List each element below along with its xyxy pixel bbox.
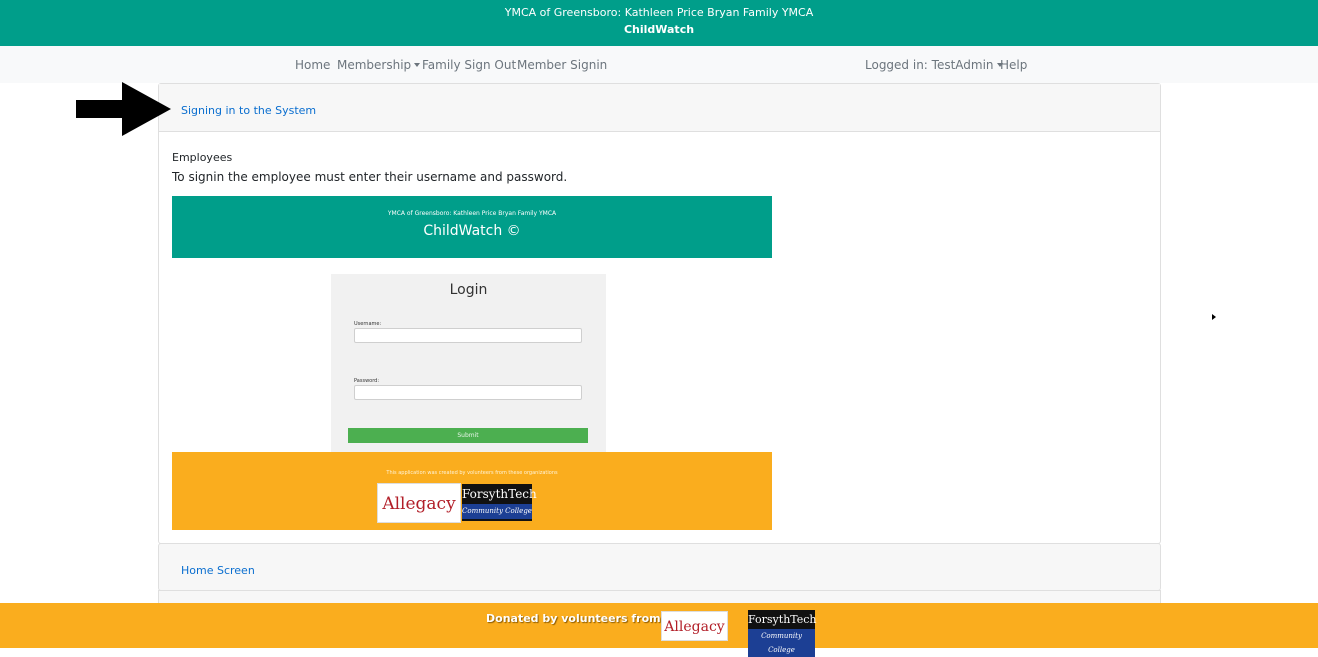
screenshot-login-box: Login Username: Password: Submit <box>331 274 606 452</box>
nav-family-sign-out[interactable]: Family Sign Out <box>422 58 516 72</box>
screenshot-org-title: YMCA of Greensboro: Kathleen Price Bryan… <box>387 210 557 217</box>
nav-user-dropdown[interactable]: Logged in: TestAdmin <box>865 58 1003 72</box>
login-screenshot-image: YMCA of Greensboro: Kathleen Price Bryan… <box>172 196 772 530</box>
section-text: To signin the employee must enter their … <box>172 170 568 184</box>
screenshot-login-title: Login <box>449 282 488 298</box>
accordion-link-signing-in[interactable]: Signing in to the System <box>181 104 316 117</box>
nav-user-label: Logged in: TestAdmin <box>865 58 994 72</box>
accordion-header-home-screen[interactable]: Home Screen <box>158 543 1161 591</box>
screenshot-password-label: Password: <box>354 378 380 384</box>
footer-forsythtech-logo-text: ForsythTech <box>748 613 817 626</box>
nav-help[interactable]: Help <box>1000 58 1027 72</box>
screenshot-footer: This application was created by voluntee… <box>172 452 772 530</box>
top-header: YMCA of Greensboro: Kathleen Price Bryan… <box>0 0 1318 46</box>
app-title: ChildWatch <box>623 23 695 36</box>
nav-membership-dropdown[interactable]: Membership <box>337 58 421 72</box>
section-subtitle: Employees <box>172 151 233 164</box>
arrow-right-icon <box>76 82 171 136</box>
footer-allegacy-logo: Allegacy <box>661 611 728 641</box>
screenshot-credit-note: This application was created by voluntee… <box>386 470 558 476</box>
footer-forsythtech-logo: ForsythTech Community College <box>748 610 817 657</box>
forsythtech-logo: ForsythTech Community College <box>462 484 537 521</box>
footer: Donated by volunteers from: Allegacy For… <box>0 603 1318 657</box>
navbar: Home Membership Family Sign Out Member S… <box>0 46 1318 83</box>
accordion-header-signing-in[interactable]: Signing in to the System <box>159 84 1160 132</box>
allegacy-logo: Allegacy <box>377 483 461 523</box>
accordion-body-signing-in: Employees To signin the employee must en… <box>159 132 1160 530</box>
screenshot-submit-button: Submit <box>348 428 588 443</box>
org-title: YMCA of Greensboro: Kathleen Price Bryan… <box>504 6 814 19</box>
footer-donated-text: Donated by volunteers from: <box>486 612 666 625</box>
caret-down-icon <box>414 63 421 67</box>
accordion-card-signing-in: Signing in to the System Employees To si… <box>158 83 1161 544</box>
nav-home[interactable]: Home <box>295 58 330 72</box>
screenshot-username-label: Username: <box>354 321 382 327</box>
nav-member-signin[interactable]: Member Signin <box>517 58 607 72</box>
screenshot-header: YMCA of Greensboro: Kathleen Price Bryan… <box>172 196 772 258</box>
nav-membership-label: Membership <box>337 58 412 72</box>
forsythtech-logo-sub: Community College <box>462 504 532 519</box>
footer-forsythtech-logo-sub: Community College <box>748 629 815 657</box>
screenshot-login-area: Login Username: Password: Submit <box>172 258 772 452</box>
screenshot-username-field <box>354 328 582 343</box>
forsythtech-logo-text: ForsythTech <box>462 487 537 501</box>
screenshot-app-title: ChildWatch © <box>423 223 521 239</box>
screenshot-password-field <box>354 385 582 400</box>
mouse-cursor-icon <box>1212 314 1216 320</box>
accordion-link-home-screen[interactable]: Home Screen <box>181 564 255 577</box>
